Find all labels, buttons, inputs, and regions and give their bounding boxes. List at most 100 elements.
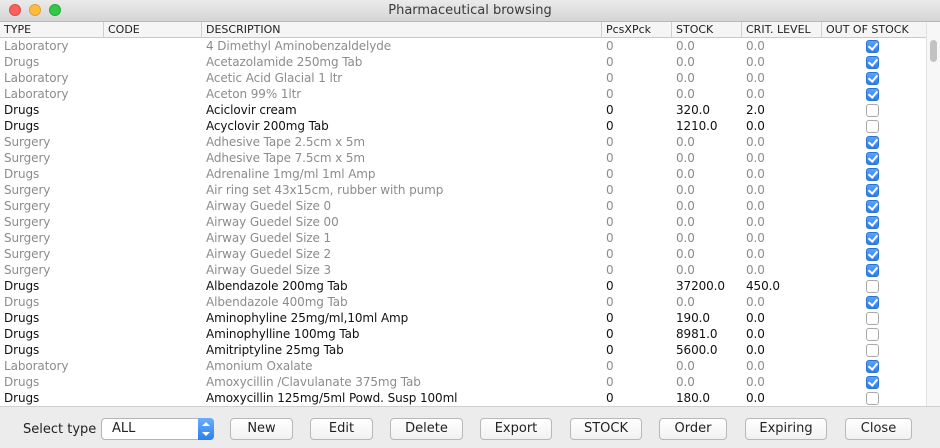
out-of-stock-checkbox[interactable] — [866, 40, 879, 53]
out-of-stock-checkbox[interactable] — [866, 232, 879, 245]
cell-pcsxpck: 0 — [606, 119, 614, 133]
cell-description: Acetic Acid Glacial 1 ltr — [206, 71, 343, 85]
new-button[interactable]: New — [230, 418, 293, 440]
select-type-label: Select type — [23, 422, 97, 437]
cell-crit-level: 0.0 — [746, 359, 765, 373]
cell-stock: 0.0 — [676, 295, 695, 309]
close-button[interactable]: Close — [845, 418, 912, 440]
order-button[interactable]: Order — [659, 418, 727, 440]
column-header-crit-level[interactable]: CRIT. LEVEL — [742, 22, 822, 38]
cell-stock: 0.0 — [676, 87, 695, 101]
cell-code — [104, 230, 202, 246]
table-row[interactable]: Laboratory Acetic Acid Glacial 1 ltr 0 0.0 0… — [0, 70, 926, 86]
out-of-stock-checkbox[interactable] — [866, 200, 879, 213]
out-of-stock-checkbox[interactable] — [866, 376, 879, 389]
delete-button[interactable]: Delete — [390, 418, 463, 440]
table-row[interactable]: Drugs Amoxycillin /Clavulanate 375mg Tab 0… — [0, 374, 926, 390]
export-button[interactable]: Export — [480, 418, 552, 440]
out-of-stock-checkbox[interactable] — [866, 216, 879, 229]
cell-type: Surgery — [4, 247, 51, 261]
table-row[interactable]: Surgery Airway Guedel Size 00 0 0.0 0.0 — [0, 214, 926, 230]
table-row[interactable]: Surgery Airway Guedel Size 0 0 0.0 0.0 — [0, 198, 926, 214]
cell-type: Surgery — [4, 183, 51, 197]
expiring-button[interactable]: Expiring — [745, 418, 827, 440]
table-row[interactable]: Drugs Adrenaline 1mg/ml 1ml Amp 0 0.0 0.0 — [0, 166, 926, 182]
cell-stock: 0.0 — [676, 199, 695, 213]
table-row[interactable]: Drugs Amitriptyline 25mg Tab 0 5600.0 0.0 — [0, 342, 926, 358]
out-of-stock-checkbox[interactable] — [866, 344, 879, 357]
cell-stock: 0.0 — [676, 71, 695, 85]
cell-stock: 0.0 — [676, 135, 695, 149]
table-row[interactable]: Laboratory Aceton 99% 1ltr 0 0.0 0.0 — [0, 86, 926, 102]
out-of-stock-checkbox[interactable] — [866, 56, 879, 69]
out-of-stock-checkbox[interactable] — [866, 296, 879, 309]
column-header-pcsxpck[interactable]: PcsXPck — [602, 22, 672, 38]
table-row[interactable]: Surgery Airway Guedel Size 1 0 0.0 0.0 — [0, 230, 926, 246]
table-row[interactable]: Surgery Airway Guedel Size 2 0 0.0 0.0 — [0, 246, 926, 262]
table-row[interactable]: Surgery Adhesive Tape 7.5cm x 5m 0 0.0 0.0 — [0, 150, 926, 166]
out-of-stock-checkbox[interactable] — [866, 264, 879, 277]
table-row[interactable]: Drugs Albendazole 200mg Tab 0 37200.0 450.0 — [0, 278, 926, 294]
out-of-stock-checkbox[interactable] — [866, 184, 879, 197]
cell-description: Airway Guedel Size 1 — [206, 231, 332, 245]
out-of-stock-checkbox[interactable] — [866, 120, 879, 133]
table-row[interactable]: Laboratory Amonium Oxalate 0 0.0 0.0 — [0, 358, 926, 374]
cell-type: Laboratory — [4, 87, 69, 101]
out-of-stock-checkbox[interactable] — [866, 136, 879, 149]
cell-stock: 320.0 — [676, 103, 710, 117]
table-row[interactable]: Drugs Acetazolamide 250mg Tab 0 0.0 0.0 — [0, 54, 926, 70]
cell-type: Drugs — [4, 119, 40, 133]
out-of-stock-checkbox[interactable] — [866, 360, 879, 373]
cell-description: Aminophyline 25mg/ml,10ml Amp — [206, 311, 409, 325]
cell-type: Drugs — [4, 55, 40, 69]
cell-pcsxpck: 0 — [606, 55, 614, 69]
out-of-stock-checkbox[interactable] — [866, 280, 879, 293]
stock-button[interactable]: STOCK — [570, 418, 642, 440]
cell-code — [104, 150, 202, 166]
cell-crit-level: 0.0 — [746, 247, 765, 261]
cell-code — [104, 246, 202, 262]
table-row[interactable]: Drugs Amoxycillin 125mg/5ml Powd. Susp 10… — [0, 390, 926, 406]
out-of-stock-checkbox[interactable] — [866, 392, 879, 405]
out-of-stock-checkbox[interactable] — [866, 88, 879, 101]
column-header-type[interactable]: TYPE — [0, 22, 104, 38]
out-of-stock-checkbox[interactable] — [866, 152, 879, 165]
out-of-stock-checkbox[interactable] — [866, 312, 879, 325]
table-row[interactable]: Surgery Airway Guedel Size 3 0 0.0 0.0 — [0, 262, 926, 278]
cell-pcsxpck: 0 — [606, 231, 614, 245]
cell-description: Amitriptyline 25mg Tab — [206, 343, 344, 357]
column-header-stock[interactable]: STOCK — [672, 22, 742, 38]
table-row[interactable]: Drugs Aminophyline 25mg/ml,10ml Amp 0 190.0… — [0, 310, 926, 326]
cell-description: Airway Guedel Size 00 — [206, 215, 339, 229]
table-row[interactable]: Surgery Air ring set 43x15cm, rubber with… — [0, 182, 926, 198]
bottom-toolbar: Select type ALL New Edit Delete Export S… — [0, 406, 940, 448]
column-header-code[interactable]: CODE — [104, 22, 202, 38]
out-of-stock-checkbox[interactable] — [866, 168, 879, 181]
cell-type: Surgery — [4, 151, 51, 165]
table-row[interactable]: Surgery Adhesive Tape 2.5cm x 5m 0 0.0 0.0 — [0, 134, 926, 150]
table-row[interactable]: Drugs Acyclovir 200mg Tab 0 1210.0 0.0 — [0, 118, 926, 134]
table-row[interactable]: Laboratory 4 Dimethyl Aminobenzaldelyde 0 0… — [0, 38, 926, 54]
cell-pcsxpck: 0 — [606, 375, 614, 389]
out-of-stock-checkbox[interactable] — [866, 328, 879, 341]
cell-pcsxpck: 0 — [606, 263, 614, 277]
out-of-stock-checkbox[interactable] — [866, 72, 879, 85]
scrollbar-thumb[interactable] — [930, 40, 937, 62]
cell-type: Laboratory — [4, 39, 69, 53]
select-type-dropdown[interactable]: ALL — [101, 418, 214, 440]
cell-pcsxpck: 0 — [606, 71, 614, 85]
edit-button[interactable]: Edit — [310, 418, 373, 440]
column-header-description[interactable]: DESCRIPTION — [202, 22, 602, 38]
column-header-out-of-stock[interactable]: OUT OF STOCK — [822, 22, 926, 38]
table-row[interactable]: Drugs Aminophylline 100mg Tab 0 8981.0 0.0 — [0, 326, 926, 342]
dropdown-arrows-icon — [198, 418, 214, 440]
cell-code — [104, 342, 202, 358]
table-row[interactable]: Drugs Aciclovir cream 0 320.0 2.0 — [0, 102, 926, 118]
table-row[interactable]: Drugs Albendazole 400mg Tab 0 0.0 0.0 — [0, 294, 926, 310]
vertical-scrollbar[interactable] — [926, 22, 940, 406]
out-of-stock-checkbox[interactable] — [866, 248, 879, 261]
cell-type: Drugs — [4, 103, 40, 117]
title-bar: Pharmaceutical browsing — [0, 0, 940, 22]
cell-type: Surgery — [4, 231, 51, 245]
out-of-stock-checkbox[interactable] — [866, 104, 879, 117]
